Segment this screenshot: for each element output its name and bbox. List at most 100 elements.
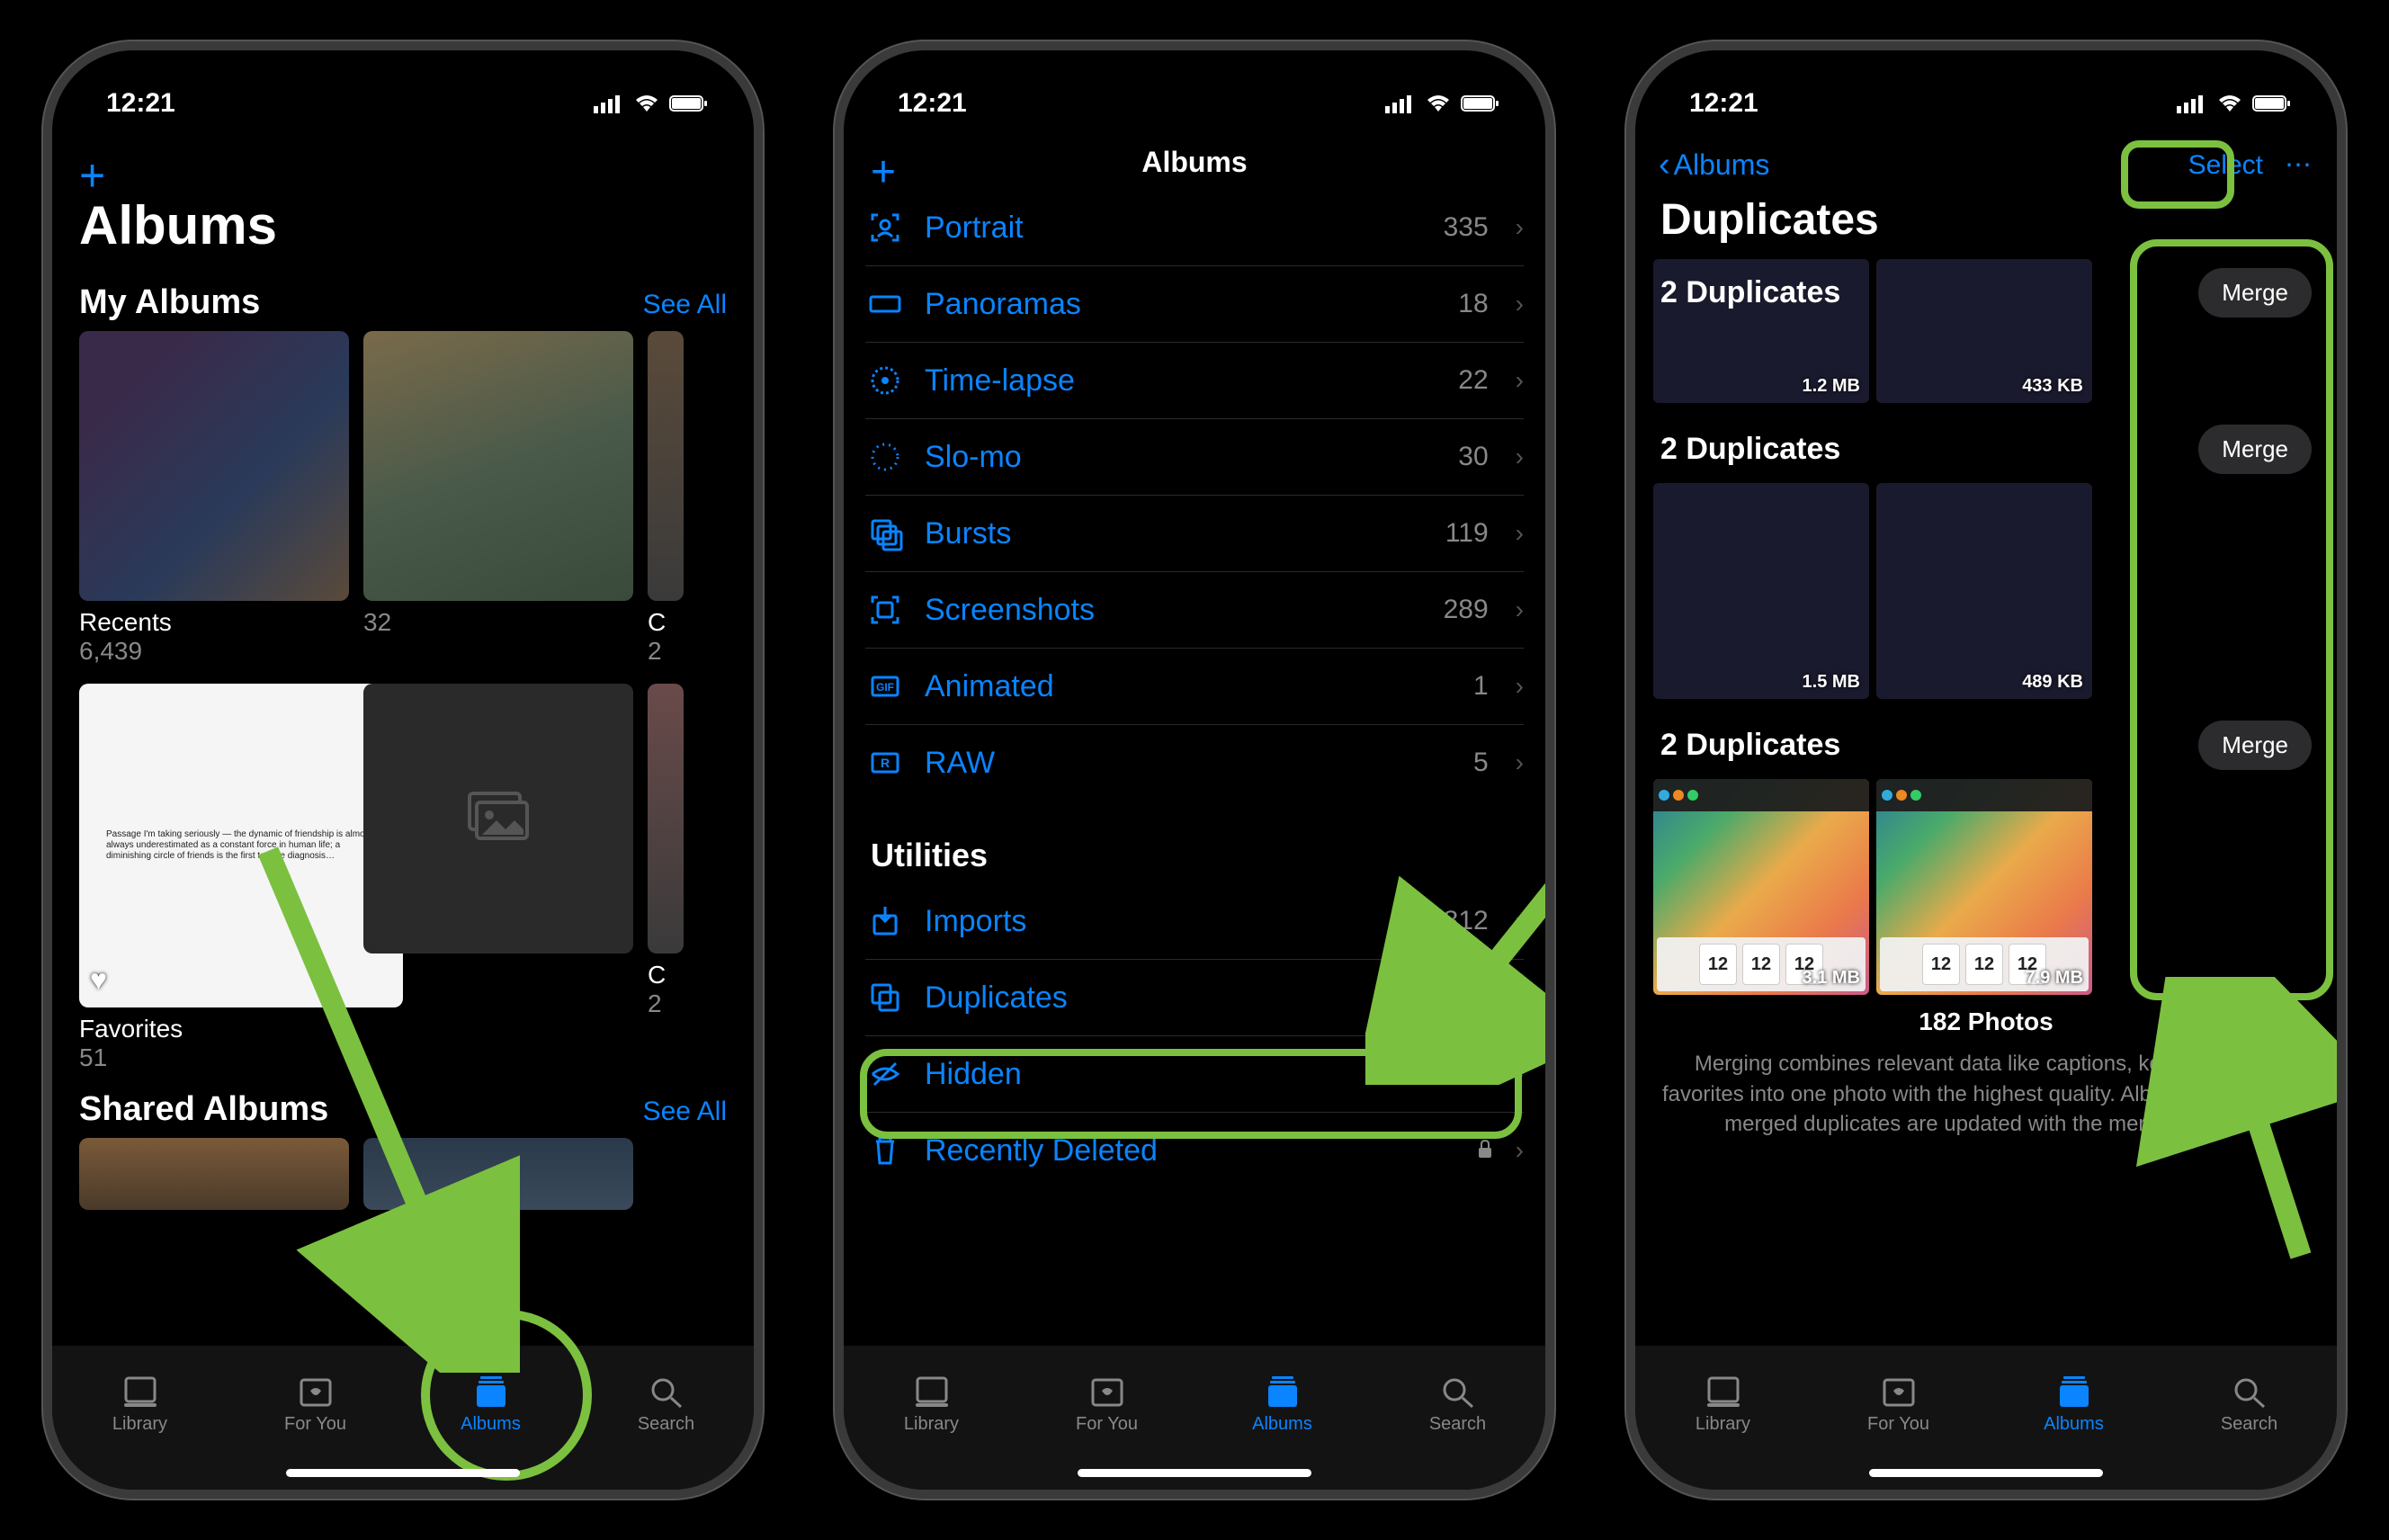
shared-albums-title: Shared Albums <box>79 1090 328 1129</box>
tab-search[interactable]: Search <box>2161 1346 2337 1463</box>
list-row-slomo[interactable]: Slo-mo30› <box>865 419 1524 496</box>
my-albums-title: My Albums <box>79 283 260 322</box>
file-size: 489 KB <box>2022 670 2083 694</box>
svg-text:R: R <box>881 756 890 770</box>
list-label: Recently Deleted <box>925 1133 1454 1168</box>
duplicate-thumbnail[interactable]: 1.5 MB <box>1653 483 1869 699</box>
my-albums-row2[interactable]: Passage I'm taking seriously — the dynam… <box>52 684 754 1072</box>
duplicate-thumbnails[interactable]: 1.5 MB 489 KB <box>1653 483 2319 712</box>
tab-search[interactable]: Search <box>1370 1346 1545 1463</box>
media-types-list[interactable]: Portrait335›Panoramas18›Time-lapse22›Slo… <box>844 190 1545 801</box>
home-indicator[interactable] <box>1078 1469 1311 1477</box>
add-album-button[interactable]: + <box>871 148 896 197</box>
album-card[interactable]: C 2 <box>648 331 684 666</box>
tab-label: Albums <box>2044 1414 2104 1435</box>
tab-library[interactable]: Library <box>1635 1346 1811 1463</box>
see-all-my-albums[interactable]: See All <box>643 290 727 320</box>
file-size: 1.5 MB <box>1803 670 1860 694</box>
album-name: Favorites <box>79 1015 349 1043</box>
file-size: 7.9 MB <box>2026 966 2083 989</box>
tab-label: Library <box>904 1414 959 1435</box>
for-you-icon <box>1877 1374 1920 1410</box>
utilities-section-title: Utilities <box>865 801 1524 883</box>
duplicate-group-header: 2 Duplicates Merge <box>1653 712 2319 779</box>
duplicate-thumbnail[interactable]: 1212123.1 MB <box>1653 779 1869 995</box>
my-albums-row1[interactable]: Recents 6,439 32 C 2 <box>52 331 754 666</box>
chevron-right-icon: › <box>1516 983 1524 1012</box>
merge-button[interactable]: Merge <box>2198 268 2312 318</box>
album-card[interactable]: C 2 <box>648 684 684 1072</box>
list-row-screenshots[interactable]: Screenshots289› <box>865 572 1524 649</box>
add-album-button[interactable]: + <box>79 149 105 201</box>
raw-icon: R <box>865 745 905 781</box>
portrait-icon <box>865 210 905 246</box>
list-row-timelapse[interactable]: Time-lapse22› <box>865 343 1524 419</box>
imports-icon <box>865 903 905 939</box>
album-favorites[interactable]: Passage I'm taking seriously — the dynam… <box>79 684 349 1072</box>
list-count: 1 <box>1473 671 1489 702</box>
list-count: 22 <box>1458 365 1488 396</box>
duplicate-count-label: 2 Duplicates <box>1660 432 1840 467</box>
duplicate-groups[interactable]: 2 DuplicatesMerge1.2 MB433 KB2 Duplicate… <box>1635 259 2337 1007</box>
list-label: Hidden <box>925 1057 1454 1092</box>
phone-3-duplicates: 12:21 ‹ Albums Select ⋯ Duplicates 2 Dup… <box>1626 41 2346 1499</box>
slomo-icon <box>865 439 905 475</box>
utilities-list[interactable]: Imports812›Duplicates182›Hidden›Recently… <box>844 883 1545 1188</box>
album-count: 6,439 <box>79 637 349 666</box>
shared-albums-row[interactable] <box>52 1138 754 1210</box>
duplicate-group-header: 2 DuplicatesMerge <box>1653 259 2319 327</box>
select-button[interactable]: Select <box>2188 150 2263 181</box>
more-options-icon[interactable]: ⋯ <box>2285 149 2313 181</box>
notch <box>1078 50 1311 101</box>
see-all-shared-albums[interactable]: See All <box>643 1097 727 1127</box>
merge-button[interactable]: Merge <box>2198 425 2312 474</box>
list-row-portrait[interactable]: Portrait335› <box>865 190 1524 266</box>
list-row-animated[interactable]: GIF Animated 1 › <box>865 649 1524 725</box>
chevron-right-icon: › <box>1516 519 1524 548</box>
tab-albums[interactable]: Albums <box>403 1346 578 1463</box>
list-row-raw[interactable]: RRAW5› <box>865 725 1524 801</box>
list-row-bursts[interactable]: Bursts119› <box>865 496 1524 572</box>
animated-icon: GIF <box>865 668 905 704</box>
chevron-right-icon: › <box>1516 672 1524 701</box>
my-albums-header: My Albums See All <box>52 265 754 331</box>
duplicate-count-label: 2 Duplicates <box>1660 728 1840 763</box>
tab-library[interactable]: Library <box>52 1346 228 1463</box>
back-button[interactable]: ‹ Albums <box>1659 146 1769 184</box>
home-indicator[interactable] <box>286 1469 520 1477</box>
tab-library[interactable]: Library <box>844 1346 1019 1463</box>
list-row-trash[interactable]: Recently Deleted› <box>865 1113 1524 1188</box>
tab-for-you[interactable]: For You <box>1811 1346 1986 1463</box>
list-label: Animated <box>925 669 1454 704</box>
list-row-hidden[interactable]: Hidden› <box>865 1036 1524 1113</box>
chevron-right-icon: › <box>1516 366 1524 395</box>
notch <box>1869 50 2103 101</box>
cellular-signal-icon <box>1385 94 1416 113</box>
tab-albums[interactable]: Albums <box>1194 1346 1370 1463</box>
merge-button[interactable]: Merge <box>2198 721 2312 770</box>
list-row-duplicates[interactable]: Duplicates182› <box>865 960 1524 1036</box>
list-row-panoramas[interactable]: Panoramas18› <box>865 266 1524 343</box>
page-title: Albums <box>52 176 754 265</box>
tab-label: For You <box>1867 1414 1929 1435</box>
tab-label: Library <box>1696 1414 1750 1435</box>
duplicate-thumbnails[interactable]: 1212123.1 MB1212127.9 MB <box>1653 779 2319 1007</box>
duplicate-group-header: 2 Duplicates Merge <box>1653 416 2319 483</box>
home-indicator[interactable] <box>1869 1469 2103 1477</box>
duplicate-thumbnail[interactable]: 1212127.9 MB <box>1876 779 2092 995</box>
tab-label: Search <box>638 1414 694 1435</box>
album-recents[interactable]: Recents 6,439 <box>79 331 349 666</box>
list-label: Portrait <box>925 210 1424 246</box>
duplicate-thumbnail[interactable]: 489 KB <box>1876 483 2092 699</box>
list-row-imports[interactable]: Imports 812 › <box>865 883 1524 960</box>
album-card[interactable]: 32 <box>363 331 633 666</box>
album-card[interactable]: 0 <box>363 684 633 1072</box>
tab-for-you[interactable]: For You <box>1019 1346 1194 1463</box>
chevron-right-icon: › <box>1516 907 1524 936</box>
tab-for-you[interactable]: For You <box>228 1346 403 1463</box>
list-count: 812 <box>1444 906 1489 936</box>
list-label: Imports <box>925 904 1424 939</box>
tab-albums[interactable]: Albums <box>1986 1346 2161 1463</box>
tab-search[interactable]: Search <box>578 1346 754 1463</box>
chevron-right-icon: › <box>1516 213 1524 242</box>
